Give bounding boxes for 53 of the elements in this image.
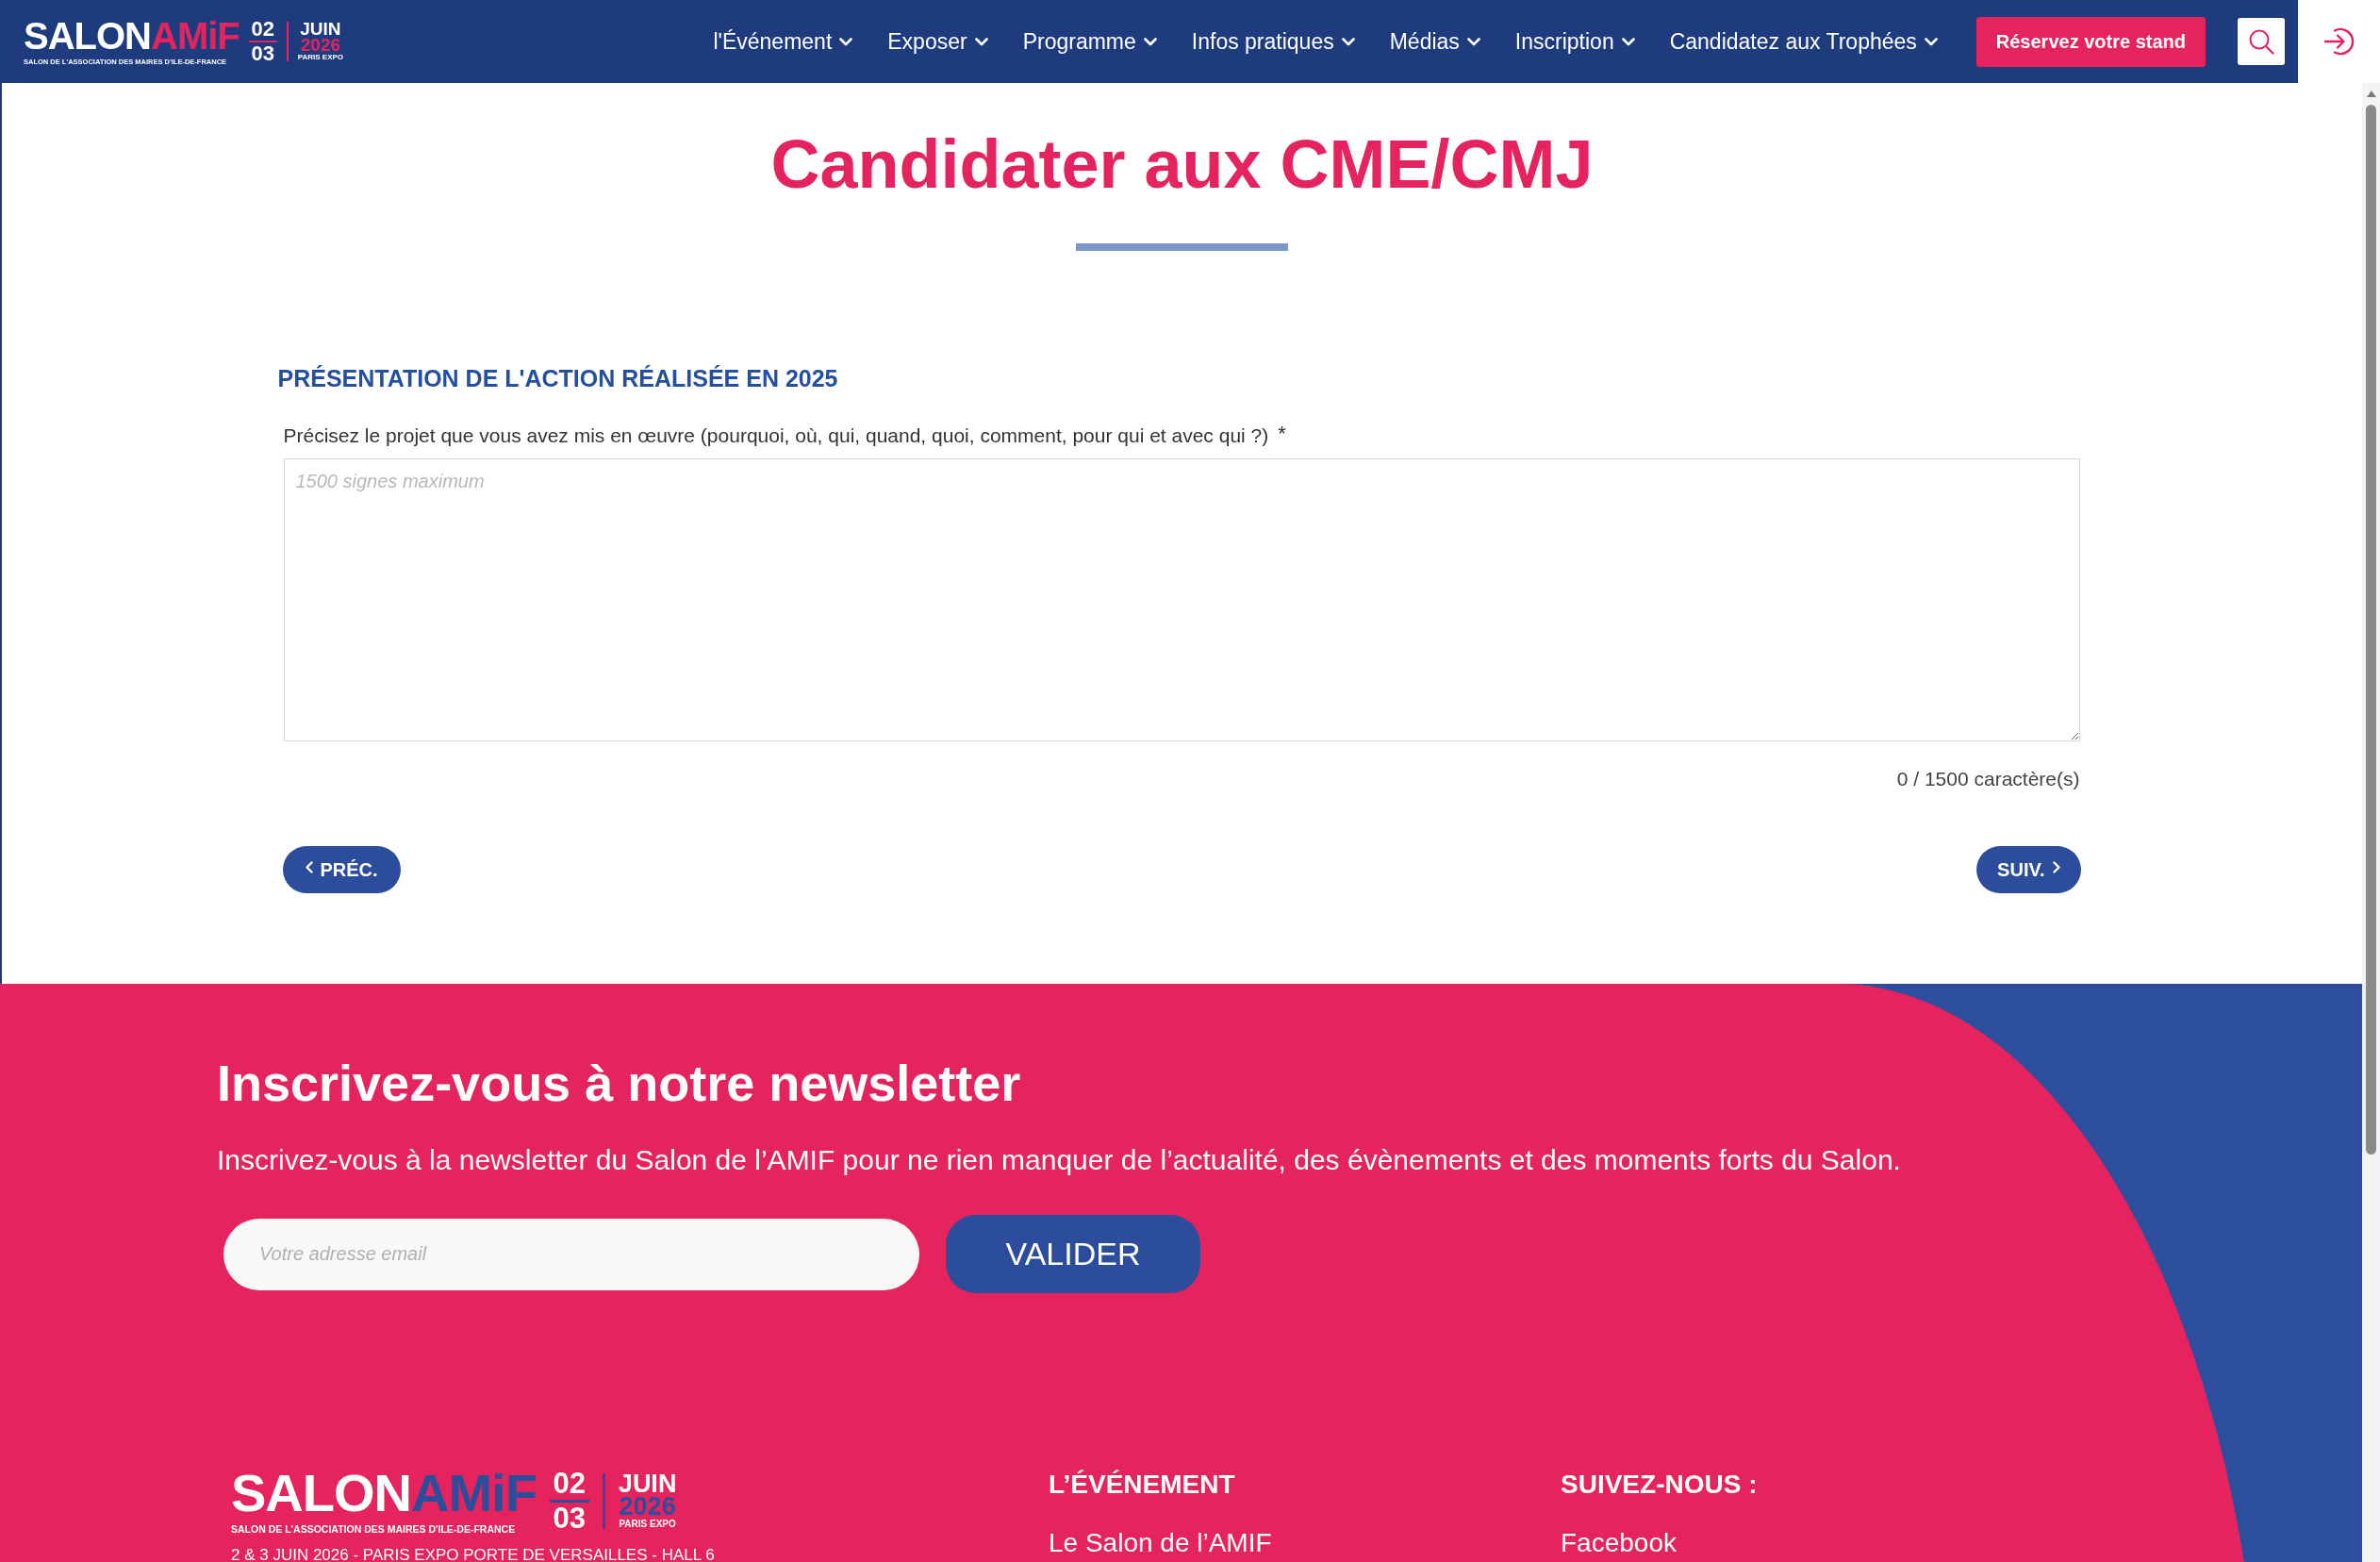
chevron-down-icon (1924, 37, 1938, 46)
footer-link[interactable]: Facebook (1561, 1527, 1677, 1559)
cta-button[interactable]: Réservez votre stand (1975, 16, 2206, 67)
scrollbar[interactable] (2362, 83, 2380, 1562)
logo-year: 2026 (300, 37, 341, 53)
character-counter: 0 / 1500 caractère(s) (1896, 767, 2080, 791)
nav-menu-item[interactable]: Exposer (887, 25, 988, 58)
field-label: Précisez le projet que vous avez mis en œuvre (pourquoi, où, qui, quand, quoi, comment, pour qui et avec qui ?) (283, 424, 1269, 448)
nav-menu-item[interactable]: Infos pratiques (1191, 25, 1355, 58)
chevron-left-icon (305, 861, 313, 873)
chevron-down-icon (1466, 37, 1480, 46)
scrollbar-thumb[interactable] (2366, 105, 2376, 1155)
section-heading: PRÉSENTATION DE L'ACTION RÉALISÉE EN 2025 (277, 364, 838, 392)
logo-venue: PARIS EXPO (619, 1517, 676, 1530)
chevron-down-icon (1341, 37, 1355, 46)
nav-menu-item[interactable]: l'Événement (713, 25, 853, 58)
search-button[interactable] (2238, 18, 2285, 65)
newsletter-title: Inscrivez-vous à notre newsletter (217, 1054, 1021, 1113)
nav-menu-item[interactable]: Inscription (1514, 25, 1635, 58)
logo-venue: PARIS EXPO (297, 53, 344, 62)
nav-menu-item[interactable]: Candidatez aux Trophées (1669, 25, 1938, 58)
logo-day: 02 (251, 20, 274, 39)
required-asterisk: * (1278, 424, 1286, 444)
newsletter-description: Inscrivez-vous à la newsletter du Salon de l’AMIF pour ne rien manquer de l’actualité, des évènements et des moments forts du Salon. (217, 1143, 1901, 1177)
chevron-down-icon (974, 37, 988, 46)
footer-heading: L’ÉVÉNEMENT (1049, 1469, 1235, 1501)
next-button[interactable]: SUIV. (1976, 846, 2081, 893)
logo-tagline: SALON DE L'ASSOCIATION DES MAIRES D'ILE-DE-FRANCE (231, 1523, 516, 1535)
footer-heading: SUIVEZ-NOUS : (1561, 1469, 1758, 1501)
logo-year: 2026 (619, 1494, 676, 1518)
logo-day: 03 (251, 44, 274, 63)
page-title: Candidater aux CME/CMJ (770, 125, 1594, 203)
previous-button[interactable]: PRÉC. (282, 846, 401, 893)
chevron-down-icon (1143, 37, 1157, 46)
logo-day: 02 (553, 1470, 587, 1497)
logo-month: JUIN (300, 21, 341, 37)
email-input[interactable]: Votre adresse email (223, 1218, 919, 1290)
chevron-right-icon (2052, 861, 2060, 873)
nav-menu-item[interactable]: Programme (1022, 25, 1157, 58)
logo-wordmark: SALONAMiF (231, 1467, 537, 1520)
logo-wordmark: SALONAMiF (24, 17, 240, 55)
scroll-up-arrow-icon (2366, 91, 2376, 97)
chevron-down-icon (839, 37, 853, 46)
logo-day: 03 (553, 1504, 587, 1532)
footer-address: 2 & 3 JUIN 2026 - PARIS EXPO PORTE DE VERSAILLES - HALL 6 (231, 1546, 715, 1562)
footer-link[interactable]: Le Salon de l’AMIF (1049, 1527, 1272, 1559)
nav-menu-item[interactable]: Médias (1389, 25, 1480, 58)
search-icon (2248, 28, 2274, 55)
chevron-down-icon (1621, 37, 1635, 46)
logo-month: JUIN (618, 1471, 677, 1495)
submit-button[interactable]: VALIDER (946, 1215, 1200, 1293)
login-button[interactable] (2298, 0, 2380, 83)
text-area[interactable]: 1500 signes maximum (283, 458, 2080, 741)
